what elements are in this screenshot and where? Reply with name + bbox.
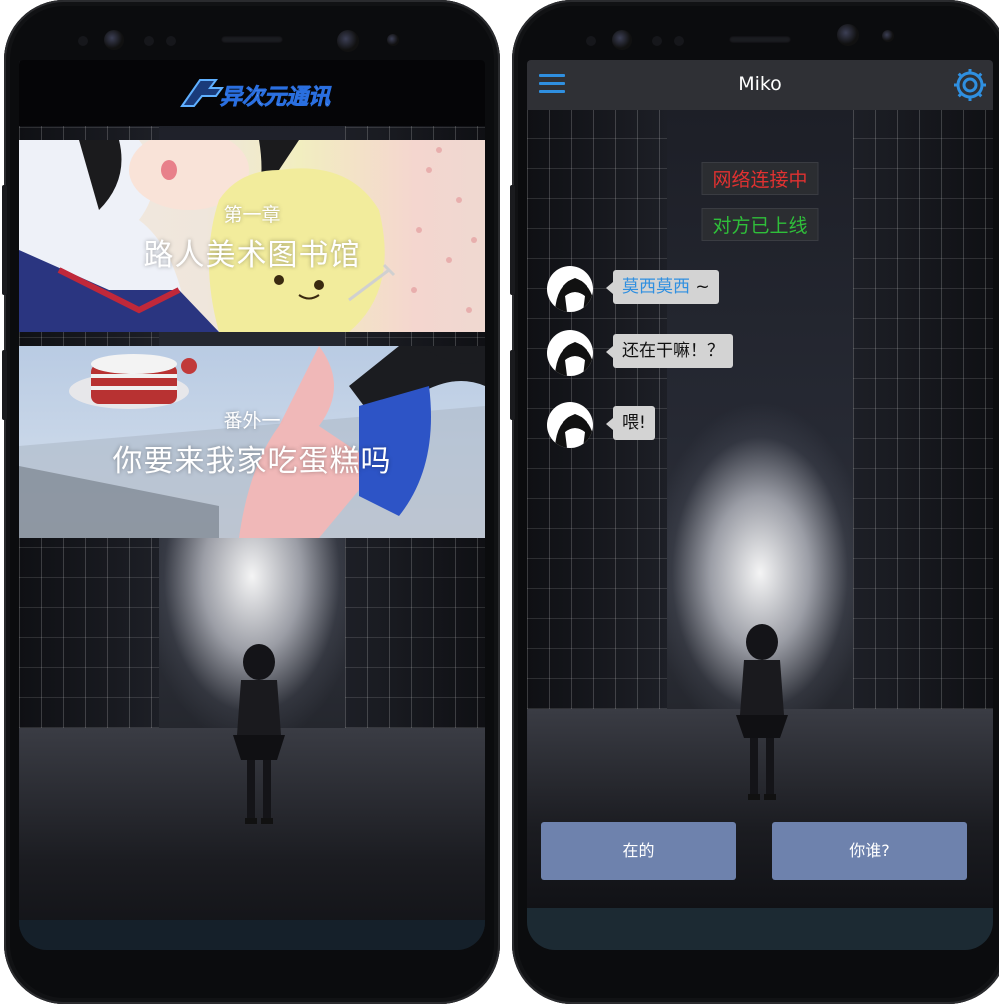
gear-icon[interactable] — [951, 66, 989, 104]
sensor-dot — [882, 30, 894, 42]
story-title: 你要来我家吃蛋糕吗 — [112, 444, 392, 479]
message-text: 还在干嘛！？ — [622, 341, 724, 361]
reply-choice-button[interactable]: 你谁? — [772, 822, 967, 880]
avatar — [547, 266, 593, 312]
message-text: 喂! — [622, 413, 646, 433]
avatar — [547, 402, 593, 448]
system-message-text: 网络连接中 — [712, 169, 808, 191]
message-bubble: 还在干嘛！？ — [606, 334, 733, 368]
system-message-connecting: 网络连接中 — [701, 162, 819, 195]
system-message-text: 对方已上线 — [712, 215, 808, 237]
bixby-button — [510, 350, 515, 420]
message-highlight-text[interactable]: 莫西莫西 — [622, 277, 690, 297]
message-text: ~ — [690, 277, 710, 297]
avatar — [547, 330, 593, 376]
chapter-label: 第一章 — [223, 204, 281, 226]
volume-button — [510, 185, 515, 295]
message-bubble: 喂! — [606, 406, 655, 440]
phone-frame-right: Miko 网络连接中 对方已上线 莫西莫西 ~ 还在干嘛！？ 喂! 在的 你谁? — [510, 0, 999, 1004]
message-bubble: 莫西莫西 ~ — [606, 270, 719, 304]
sensor-dot — [674, 36, 684, 46]
sensor-dot — [144, 36, 154, 46]
girl-silhouette — [233, 644, 285, 824]
sensor-dot — [166, 36, 176, 46]
navigation-bar — [527, 908, 993, 950]
app-bar: Miko — [527, 60, 993, 110]
sensor-dot — [586, 36, 596, 46]
front-camera-icon — [837, 24, 859, 46]
sensor-dot — [652, 36, 662, 46]
front-camera-icon — [337, 30, 359, 52]
sensor-dot — [387, 34, 399, 46]
phone-frame-left: 异次元通讯 第一章 路人美术图书馆 番外一 你要来我家吃蛋糕吗 — [2, 0, 500, 1004]
iris-scanner-icon — [612, 30, 632, 50]
logo-text: 异次元通讯 — [220, 85, 332, 110]
reply-choice-button[interactable]: 在的 — [541, 822, 736, 880]
iris-scanner-icon — [104, 30, 124, 50]
navigation-bar — [19, 920, 485, 950]
chapter-label: 番外一 — [223, 410, 281, 432]
system-message-online: 对方已上线 — [701, 208, 819, 241]
app-logo: 异次元通讯 — [19, 74, 485, 118]
story-banner-chapter-1[interactable]: 第一章 路人美术图书馆 — [19, 140, 485, 332]
sensor-dot — [78, 36, 88, 46]
earpiece-speaker — [729, 36, 791, 43]
bixby-button — [2, 350, 7, 420]
contact-name-title: Miko — [738, 73, 782, 95]
story-banner-extra-1[interactable]: 番外一 你要来我家吃蛋糕吗 — [19, 346, 485, 538]
story-title: 路人美术图书馆 — [143, 238, 361, 273]
home-screen: 异次元通讯 第一章 路人美术图书馆 番外一 你要来我家吃蛋糕吗 — [19, 60, 485, 950]
volume-button — [2, 185, 7, 295]
girl-silhouette — [736, 624, 788, 800]
earpiece-speaker — [221, 36, 283, 43]
chat-screen: Miko 网络连接中 对方已上线 莫西莫西 ~ 还在干嘛！？ 喂! 在的 你谁? — [527, 60, 993, 950]
